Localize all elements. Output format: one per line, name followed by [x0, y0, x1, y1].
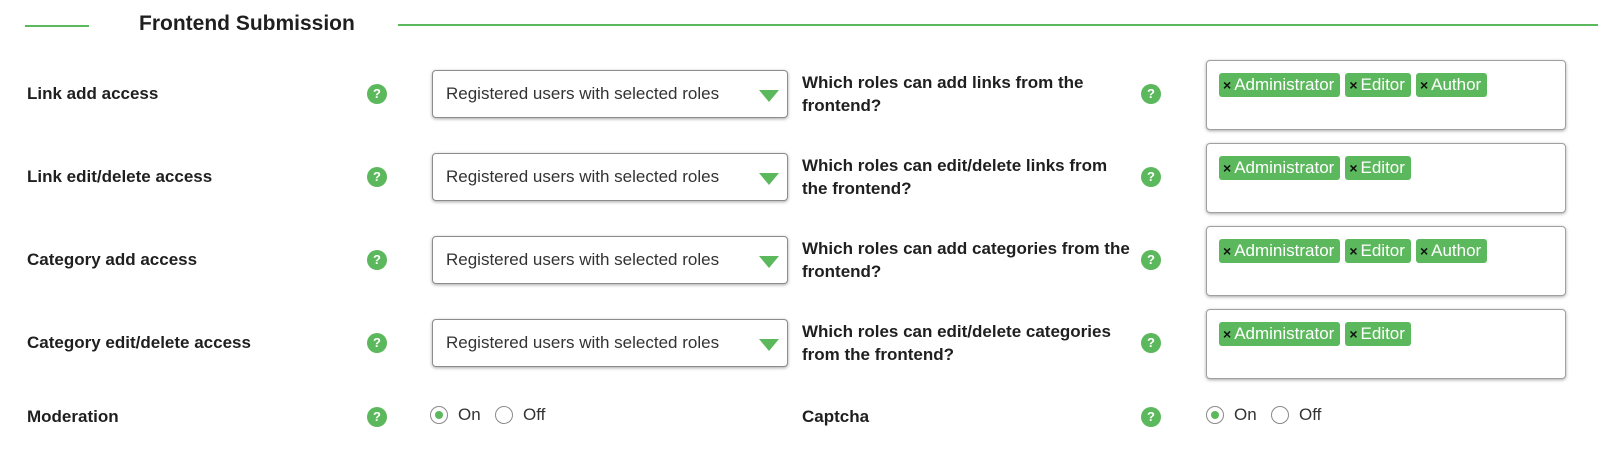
select-value: Registered users with selected roles: [446, 167, 720, 186]
role-tag: × Administrator: [1219, 239, 1341, 263]
role-tag-label: Administrator: [1234, 75, 1335, 94]
radio-circle[interactable]: [495, 406, 513, 424]
remove-tag-icon[interactable]: ×: [1420, 77, 1428, 93]
access-select[interactable]: Registered users with selected roles: [432, 319, 788, 367]
section-header: Frontend Submission: [0, 0, 1600, 52]
role-tag-label: Editor: [1360, 324, 1405, 343]
moderation-on-label: On: [458, 405, 481, 424]
role-tag-label: Administrator: [1234, 158, 1335, 177]
question-circle-icon[interactable]: ?: [367, 84, 387, 104]
access-label: Category add access: [27, 250, 198, 269]
roles-question: Which roles can add categories from the …: [802, 239, 1130, 281]
roles-question: Which roles can add links from the front…: [802, 73, 1084, 115]
captcha-off-radio[interactable]: Off: [1271, 405, 1321, 425]
access-row: Link edit/delete access? Registered user…: [0, 139, 1600, 219]
header-divider-right: [398, 24, 1598, 26]
moderation-label: Moderation: [27, 407, 119, 426]
role-tag: × Editor: [1345, 239, 1411, 263]
select-value: Registered users with selected roles: [446, 84, 720, 103]
moderation-on-radio[interactable]: On: [430, 405, 481, 425]
moderation-radio-group: On Off: [430, 405, 630, 429]
remove-tag-icon[interactable]: ×: [1349, 243, 1357, 259]
question-circle-icon[interactable]: ?: [1141, 250, 1161, 270]
roles-tag-input[interactable]: × Administrator × Editor: [1206, 143, 1566, 213]
role-tag-label: Editor: [1360, 241, 1405, 260]
question-circle-icon[interactable]: ?: [367, 167, 387, 187]
dropdown-triangle-icon: [759, 256, 779, 268]
roles-tag-input[interactable]: × Administrator × Editor: [1206, 309, 1566, 379]
role-tag: × Editor: [1345, 156, 1411, 180]
access-select[interactable]: Registered users with selected roles: [432, 236, 788, 284]
captcha-off-label: Off: [1299, 405, 1322, 424]
question-circle-icon[interactable]: ?: [367, 333, 387, 353]
roles-tag-input[interactable]: × Administrator × Editor × Author: [1206, 60, 1566, 130]
role-tag-label: Administrator: [1234, 324, 1335, 343]
role-tag: × Editor: [1345, 322, 1411, 346]
role-tag: × Editor: [1345, 73, 1411, 97]
remove-tag-icon[interactable]: ×: [1223, 77, 1231, 93]
roles-tag-input[interactable]: × Administrator × Editor × Author: [1206, 226, 1566, 296]
access-select[interactable]: Registered users with selected roles: [432, 153, 788, 201]
radio-circle[interactable]: [430, 406, 448, 424]
remove-tag-icon[interactable]: ×: [1420, 243, 1428, 259]
moderation-off-label: Off: [523, 405, 546, 424]
dropdown-triangle-icon: [759, 90, 779, 102]
dropdown-triangle-icon: [759, 339, 779, 351]
role-tag: × Administrator: [1219, 73, 1341, 97]
access-row: Category edit/delete access? Registered …: [0, 305, 1600, 385]
moderation-row: Moderation ? On Off Captcha ? On Off: [0, 392, 1600, 472]
header-divider-left: [25, 25, 89, 27]
role-tag: × Administrator: [1219, 156, 1341, 180]
role-tag: × Administrator: [1219, 322, 1341, 346]
question-circle-icon[interactable]: ?: [1141, 407, 1161, 427]
remove-tag-icon[interactable]: ×: [1349, 160, 1357, 176]
remove-tag-icon[interactable]: ×: [1223, 326, 1231, 342]
role-tag-label: Administrator: [1234, 241, 1335, 260]
question-circle-icon[interactable]: ?: [1141, 333, 1161, 353]
captcha-on-radio[interactable]: On: [1206, 405, 1257, 425]
select-value: Registered users with selected roles: [446, 250, 720, 269]
radio-circle[interactable]: [1271, 406, 1289, 424]
roles-question: Which roles can edit/delete links from t…: [802, 156, 1108, 198]
radio-circle[interactable]: [1206, 406, 1224, 424]
captcha-on-label: On: [1234, 405, 1257, 424]
role-tag: × Author: [1415, 239, 1488, 263]
role-tag-label: Author: [1431, 241, 1482, 260]
captcha-radio-group: On Off: [1206, 405, 1406, 429]
role-tag-label: Author: [1431, 75, 1482, 94]
question-circle-icon[interactable]: ?: [1141, 84, 1161, 104]
question-circle-icon[interactable]: ?: [1141, 167, 1161, 187]
access-select[interactable]: Registered users with selected roles: [432, 70, 788, 118]
remove-tag-icon[interactable]: ×: [1349, 326, 1357, 342]
access-label: Link add access: [27, 84, 159, 103]
access-row: Category add access? Registered users wi…: [0, 222, 1600, 302]
remove-tag-icon[interactable]: ×: [1223, 160, 1231, 176]
role-tag: × Author: [1415, 73, 1488, 97]
role-tag-label: Editor: [1360, 158, 1405, 177]
moderation-off-radio[interactable]: Off: [495, 405, 545, 425]
section-title: Frontend Submission: [139, 12, 355, 35]
access-label: Link edit/delete access: [27, 167, 213, 186]
question-circle-icon[interactable]: ?: [367, 407, 387, 427]
role-tag-label: Editor: [1360, 75, 1405, 94]
question-circle-icon[interactable]: ?: [367, 250, 387, 270]
captcha-label: Captcha: [802, 407, 870, 426]
access-row: Link add access? Registered users with s…: [0, 56, 1600, 136]
access-label: Category edit/delete access: [27, 333, 251, 352]
dropdown-triangle-icon: [759, 173, 779, 185]
roles-question: Which roles can edit/delete categories f…: [802, 322, 1111, 364]
remove-tag-icon[interactable]: ×: [1349, 77, 1357, 93]
remove-tag-icon[interactable]: ×: [1223, 243, 1231, 259]
select-value: Registered users with selected roles: [446, 333, 720, 352]
